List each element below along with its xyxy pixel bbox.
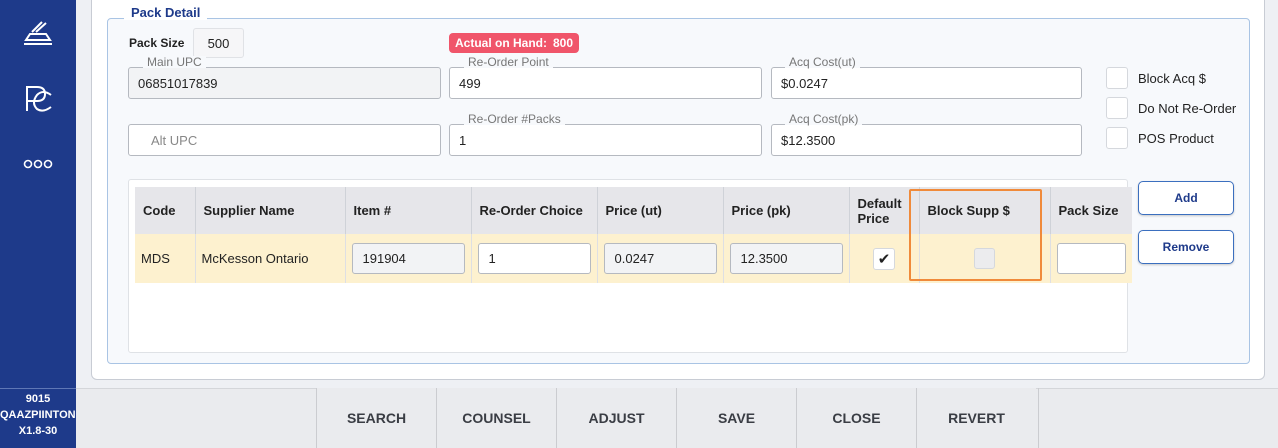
main-upc-field[interactable]: 06851017839	[128, 67, 441, 99]
close-button[interactable]: CLOSE	[796, 388, 916, 448]
reorder-packs-value: 1	[459, 132, 467, 148]
pack-size-label: Pack Size	[129, 36, 185, 50]
cell-code: MDS	[135, 234, 196, 283]
reorder-choice-input[interactable]: 1	[477, 243, 591, 274]
revert-button[interactable]: REVERT	[916, 388, 1036, 448]
cell-block-supp	[919, 234, 1051, 283]
adjust-button[interactable]: ADJUST	[556, 388, 676, 448]
pos-product-label: POS Product	[1138, 130, 1214, 146]
cell-item-no: 191904	[345, 234, 472, 283]
on-hand-value: 800	[553, 36, 574, 50]
acq-cost-ut-label: Acq Cost(ut)	[785, 56, 860, 68]
version-label: X1.8-30	[18, 425, 58, 437]
on-hand-label: Actual on Hand:	[455, 36, 547, 50]
acq-cost-ut-field[interactable]: $0.0247	[771, 67, 1082, 99]
acq-cost-pk-field[interactable]: $12.3500	[771, 124, 1082, 156]
pc-logo-icon[interactable]	[18, 78, 58, 118]
header-price-pk[interactable]: Price (pk)	[723, 187, 850, 234]
cell-reorder-choice: 1	[471, 234, 598, 283]
cell-price-ut: 0.0247	[597, 234, 724, 283]
station-id: QAAZPIINTON0	[0, 409, 76, 421]
sidebar: 9015 QAAZPIINTON0 X1.8-30	[0, 0, 76, 448]
price-ut-input[interactable]: 0.0247	[603, 243, 717, 274]
header-supplier-name[interactable]: Supplier Name	[195, 187, 346, 234]
pos-product-checkbox[interactable]	[1106, 127, 1128, 149]
block-supp-checkbox[interactable]	[974, 248, 995, 269]
cell-supplier-name: McKesson Ontario	[195, 234, 346, 283]
remove-button[interactable]: Remove	[1138, 230, 1234, 264]
reorder-point-field[interactable]: 499	[449, 67, 762, 99]
check-mark-icon: ✔	[877, 250, 891, 268]
reorder-point-label: Re-Order Point	[464, 56, 553, 68]
alt-upc-placeholder: Alt UPC	[151, 132, 198, 148]
do-not-reorder-checkbox[interactable]	[1106, 97, 1128, 119]
do-not-reorder-label: Do Not Re-Order	[1138, 100, 1237, 116]
header-default-price[interactable]: Default Price	[849, 187, 920, 234]
header-price-ut[interactable]: Price (ut)	[597, 187, 724, 234]
default-price-checkbox[interactable]: ✔	[873, 247, 895, 270]
dispense-tray-icon[interactable]	[18, 14, 58, 54]
alt-upc-field[interactable]: Alt UPC	[128, 124, 441, 156]
reorder-point-value: 499	[459, 75, 481, 91]
reorder-packs-label: Re-Order #Packs	[464, 113, 565, 125]
header-block-supp[interactable]: Block Supp $	[919, 187, 1051, 234]
header-code[interactable]: Code	[135, 187, 196, 234]
acq-cost-ut-value: $0.0247	[781, 75, 828, 91]
save-button[interactable]: SAVE	[676, 388, 796, 448]
main-upc-label: Main UPC	[143, 56, 206, 68]
main-upc-value: 06851017839	[138, 75, 218, 91]
acq-cost-pk-label: Acq Cost(pk)	[785, 113, 863, 125]
block-acq-checkbox[interactable]	[1106, 67, 1128, 89]
supplier-table: Code Supplier Name Item # Re-Order Choic…	[135, 187, 1132, 283]
table-row[interactable]: MDS McKesson Ontario 191904 1 0.0247 12.…	[135, 234, 1132, 283]
on-hand-badge: Actual on Hand: 800	[449, 33, 580, 53]
pack-size-input[interactable]	[1056, 243, 1126, 274]
header-default-price-line1: Default	[857, 195, 902, 211]
header-reorder-choice[interactable]: Re-Order Choice	[471, 187, 598, 234]
cell-price-pk: 12.3500	[723, 234, 850, 283]
pack-size-value: 500	[193, 28, 244, 58]
cell-default-price: ✔	[849, 234, 920, 283]
station-number: 9015	[25, 393, 51, 405]
counsel-button[interactable]: COUNSEL	[436, 388, 556, 448]
reorder-packs-field[interactable]: 1	[449, 124, 762, 156]
do-not-reorder-checkbox-row[interactable]: Do Not Re-Order	[1106, 97, 1236, 119]
station-info: 9015 QAAZPIINTON0 X1.8-30	[0, 388, 76, 448]
acq-cost-pk-value: $12.3500	[781, 132, 836, 148]
pack-detail-legend: Pack Detail	[124, 5, 208, 20]
more-dots-icon[interactable]	[18, 144, 58, 184]
price-pk-input[interactable]: 12.3500	[729, 243, 843, 274]
cell-pack-size	[1050, 234, 1132, 283]
toolbar-divider	[1038, 388, 1039, 448]
header-pack-size[interactable]: Pack Size	[1050, 187, 1132, 234]
table-header-row: Code Supplier Name Item # Re-Order Choic…	[135, 187, 1132, 234]
header-default-price-line2: Price	[857, 210, 890, 226]
add-button[interactable]: Add	[1138, 181, 1234, 215]
item-no-input[interactable]: 191904	[351, 243, 465, 274]
header-item-no[interactable]: Item #	[345, 187, 472, 234]
block-acq-checkbox-row[interactable]: Block Acq $	[1106, 67, 1206, 89]
pos-product-checkbox-row[interactable]: POS Product	[1106, 127, 1214, 149]
search-button[interactable]: SEARCH	[316, 388, 436, 448]
block-acq-label: Block Acq $	[1138, 70, 1206, 86]
